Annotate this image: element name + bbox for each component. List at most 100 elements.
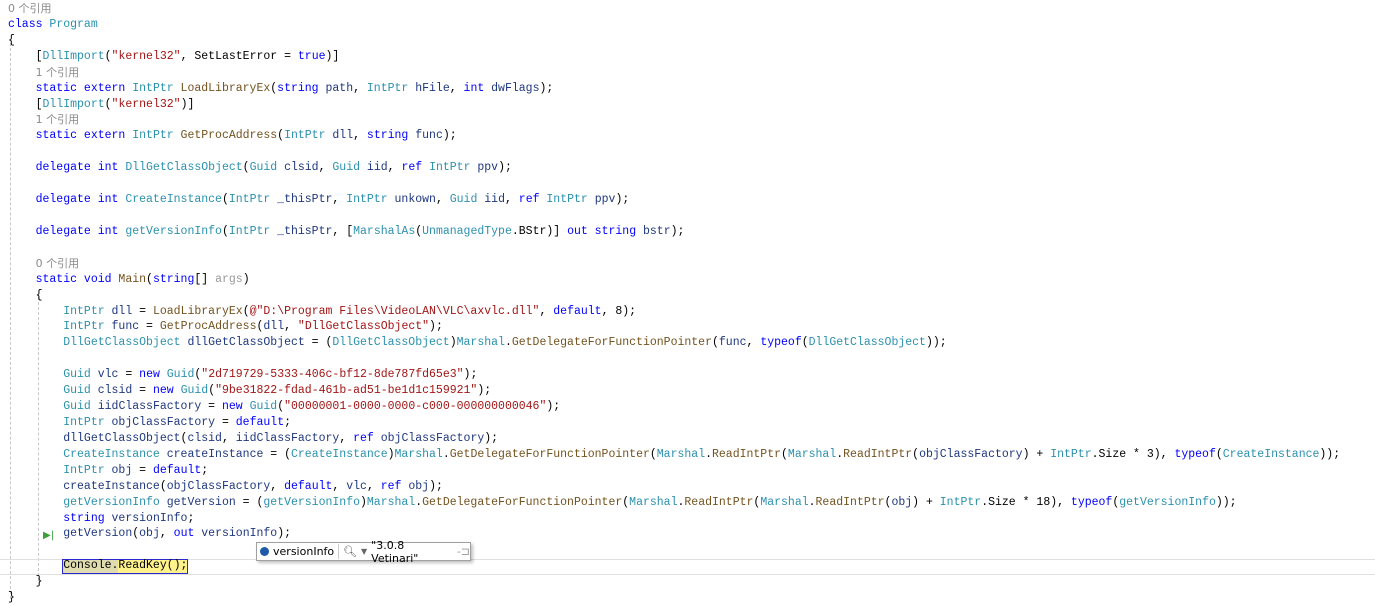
code-token: , <box>353 81 367 95</box>
codelens-references[interactable]: 0 个引用 <box>8 2 52 15</box>
code-line[interactable]: IntPtr dll = LoadLibraryEx(@"D:\Program … <box>8 304 1375 320</box>
code-line[interactable]: string versionInfo; <box>8 511 1375 527</box>
code-token: func <box>111 320 140 334</box>
code-line[interactable]: { <box>8 33 1375 49</box>
code-token: CreateInstance <box>290 447 388 461</box>
code-line[interactable]: CreateInstance createInstance = (CreateI… <box>8 447 1375 463</box>
code-line[interactable]: Console.ReadKey(); <box>8 558 1375 574</box>
code-line[interactable]: [DllImport("kernel32")] <box>8 97 1375 113</box>
code-line[interactable]: getVersionInfo getVersion = (getVersionI… <box>8 495 1375 511</box>
code-token: )); <box>925 336 947 350</box>
code-token: = <box>139 320 160 334</box>
code-line[interactable] <box>8 176 1375 192</box>
code-token: clsid <box>187 431 222 445</box>
code-token: , <box>449 81 464 95</box>
code-token: = <box>201 400 222 414</box>
code-line[interactable]: class Program <box>8 17 1375 33</box>
code-line[interactable] <box>8 144 1375 160</box>
code-token: UnmanagedType <box>422 224 512 238</box>
code-token: Guid <box>249 161 285 175</box>
code-line[interactable]: DllGetClassObject dllGetClassObject = (D… <box>8 335 1375 351</box>
code-line[interactable] <box>8 542 1375 558</box>
codelens-references[interactable]: 1 个引用 <box>36 113 80 126</box>
codelens-references[interactable]: 1 个引用 <box>36 66 80 79</box>
code-token: true <box>297 49 326 63</box>
code-line[interactable]: static void Main(string[] args) <box>8 272 1375 288</box>
pin-icon[interactable]: -⊐ <box>457 545 470 558</box>
code-token: int <box>463 81 492 95</box>
codelens-references[interactable]: 0 个引用 <box>36 257 80 270</box>
datatip-name: versionInfo <box>273 545 335 558</box>
code-token: Guid <box>166 368 195 382</box>
code-token: ); <box>463 368 478 382</box>
code-token: IntPtr <box>284 129 333 143</box>
code-line[interactable]: Guid clsid = new Guid("9be31822-fdad-461… <box>8 383 1375 399</box>
code-token: dll <box>111 304 133 318</box>
code-line[interactable]: 0 个引用 <box>8 1 1375 17</box>
code-token: Marshal <box>629 495 678 509</box>
code-editor[interactable]: 0 个引用 class Program{ [DllImport("kernel32… <box>8 1 1375 606</box>
code-line[interactable]: Guid iidClassFactory = new Guid("0000000… <box>8 399 1375 415</box>
code-token: Guid <box>63 368 98 382</box>
code-token: ); <box>277 527 292 541</box>
code-line[interactable] <box>8 351 1375 367</box>
code-line[interactable]: createInstance(objClassFactory, default,… <box>8 479 1375 495</box>
code-line[interactable]: IntPtr objClassFactory = default; <box>8 415 1375 431</box>
code-token: obj <box>139 527 160 541</box>
code-token: )] <box>325 49 340 63</box>
code-line[interactable]: [DllImport("kernel32", SetLastError = tr… <box>8 49 1375 65</box>
datatip[interactable]: versionInfo 🔍︎ ▼ "3.0.8 Vetinari" -⊐ <box>256 539 471 565</box>
code-line[interactable]: IntPtr obj = default; <box>8 463 1375 479</box>
code-token: ( <box>146 272 153 286</box>
code-line[interactable]: } <box>8 590 1375 606</box>
code-token: obj <box>408 479 430 493</box>
code-token: CreateInstance <box>1222 447 1320 461</box>
code-token: dll <box>263 320 285 334</box>
chevron-down-icon[interactable]: ▼ <box>361 547 367 556</box>
code-token: bstr <box>643 224 671 238</box>
code-line[interactable]: static extern IntPtr LoadLibraryEx(strin… <box>8 81 1375 97</box>
code-token: Guid <box>63 400 98 414</box>
code-token: @"D:\Program Files\VideoLAN\VLC\axvlc.dl… <box>249 304 540 318</box>
datatip-value[interactable]: "3.0.8 Vetinari" <box>371 539 447 565</box>
code-token: ( <box>104 97 112 111</box>
code-token: ) + <box>912 495 940 509</box>
code-token: .BStr)] <box>511 224 568 238</box>
code-token: ); <box>429 479 443 493</box>
code-line[interactable] <box>8 208 1375 224</box>
code-line[interactable]: dllGetClassObject(clsid, iidClassFactory… <box>8 431 1375 447</box>
code-line[interactable]: 0 个引用 <box>8 256 1375 272</box>
code-token: clsid <box>284 161 319 175</box>
code-token: , <box>339 431 354 445</box>
code-token: Marshal <box>394 447 443 461</box>
code-token: static extern <box>8 129 133 143</box>
code-token: func <box>718 336 747 350</box>
code-token: typeof <box>1174 447 1216 461</box>
code-token: hFile <box>415 81 450 95</box>
code-token: "kernel32" <box>111 49 181 63</box>
code-line[interactable]: delegate int CreateInstance(IntPtr _this… <box>8 192 1375 208</box>
code-line[interactable]: 1 个引用 <box>8 112 1375 128</box>
code-line[interactable]: Guid vlc = new Guid("2d719729-5333-406c-… <box>8 367 1375 383</box>
code-line[interactable]: 1 个引用 <box>8 65 1375 81</box>
code-line[interactable]: static extern IntPtr GetProcAddress(IntP… <box>8 128 1375 144</box>
code-line[interactable]: delegate int DllGetClassObject(Guid clsi… <box>8 160 1375 176</box>
code-token: iid <box>484 193 505 207</box>
code-token: , <box>746 336 761 350</box>
code-token: ; <box>201 463 209 477</box>
code-token: , [ <box>332 224 354 238</box>
code-token: , <box>387 161 402 175</box>
code-token: , <box>332 193 347 207</box>
code-line[interactable]: { <box>8 288 1375 304</box>
code-token: = ( <box>263 447 291 461</box>
code-line[interactable]: } <box>8 574 1375 590</box>
run-to-click-icon[interactable]: ▶| <box>43 530 54 541</box>
code-token: dll <box>332 129 354 143</box>
code-token: iidClassFactory <box>97 400 202 414</box>
magnifier-icon[interactable]: 🔍︎ <box>343 545 357 558</box>
code-line[interactable]: delegate int getVersionInfo(IntPtr _this… <box>8 224 1375 240</box>
code-line[interactable] <box>8 240 1375 256</box>
code-line[interactable]: getVersion(obj, out versionInfo); <box>8 526 1375 542</box>
code-line[interactable]: IntPtr func = GetProcAddress(dll, "DllGe… <box>8 319 1375 335</box>
